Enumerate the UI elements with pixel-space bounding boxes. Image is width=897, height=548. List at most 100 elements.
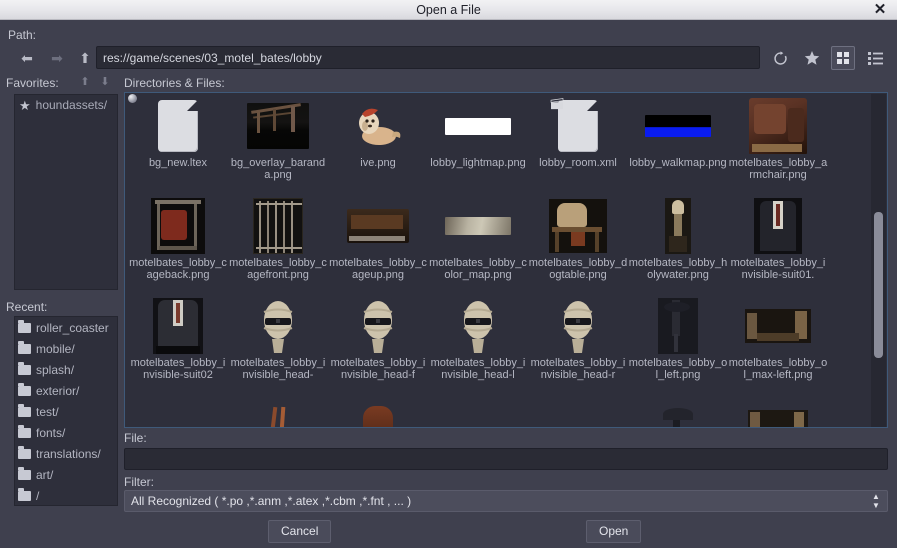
favorite-item-label: houndassets/ xyxy=(36,98,107,112)
file-thumbnail xyxy=(142,196,214,256)
file-browser-panel[interactable]: bg_new.ltexbg_overlay_baranda.pngive.png… xyxy=(124,92,888,428)
file-thumbnail xyxy=(742,196,814,256)
file-item[interactable]: motelbates_lobby_invisible_head-f xyxy=(328,293,428,393)
recent-item[interactable]: mobile/ xyxy=(15,338,117,359)
file-item[interactable]: bg_overlay_baranda.png xyxy=(228,93,328,193)
cancel-button[interactable]: Cancel xyxy=(268,520,331,543)
file-thumbnail xyxy=(342,396,414,428)
file-item-label: motelbates_lobby_invisible_head-l xyxy=(428,358,528,381)
recent-item-label: roller_coaster xyxy=(36,321,109,335)
file-item[interactable]: motelbates_lobby_holywater.png xyxy=(628,193,728,293)
file-item[interactable] xyxy=(628,393,728,428)
recent-item[interactable]: splash/ xyxy=(15,359,117,380)
file-item[interactable] xyxy=(328,393,428,428)
mummy-head-sprite xyxy=(257,298,299,354)
refresh-icon[interactable] xyxy=(768,46,792,70)
file-item-label: motelbates_lobby_cagefront.png xyxy=(228,258,328,281)
scrollbar-thumb[interactable] xyxy=(874,212,883,358)
folder-icon xyxy=(18,365,31,375)
file-item-label: motelbates_lobby_dogtable.png xyxy=(528,258,628,281)
back-icon[interactable]: ⬅ xyxy=(16,48,38,68)
file-item[interactable]: motelbates_lobby_dogtable.png xyxy=(528,193,628,293)
recent-item[interactable]: translations/ xyxy=(15,443,117,464)
recent-item[interactable]: fonts/ xyxy=(15,422,117,443)
folder-icon xyxy=(18,407,31,417)
folder-icon xyxy=(18,344,31,354)
title-bar: Open a File ✕ xyxy=(0,0,897,20)
up-icon[interactable]: ⬆ xyxy=(74,48,96,68)
recent-item[interactable]: roller_coaster xyxy=(15,317,117,338)
file-item[interactable] xyxy=(128,393,228,428)
file-item[interactable]: motelbates_lobby_ol_max-left.png xyxy=(728,293,828,393)
folder-icon xyxy=(18,428,31,438)
file-thumbnail xyxy=(442,396,514,428)
list-view-icon[interactable] xyxy=(863,46,887,70)
file-thumbnail xyxy=(442,96,514,156)
file-grid: bg_new.ltexbg_overlay_baranda.pngive.png… xyxy=(125,93,871,428)
recent-item-label: translations/ xyxy=(36,447,101,461)
forward-icon[interactable]: ➡ xyxy=(46,48,68,68)
file-list-scrollbar[interactable] xyxy=(871,94,886,428)
file-grid-row: motelbates_lobby_invisible-suit02motelba… xyxy=(125,293,871,393)
file-item[interactable]: motelbates_lobby_invisible_head-r xyxy=(528,293,628,393)
file-item-label: lobby_walkmap.png xyxy=(628,158,728,170)
file-item-label: ive.png xyxy=(328,158,428,170)
file-item[interactable]: motelbates_lobby_ol_left.png xyxy=(628,293,728,393)
file-field-label: File: xyxy=(124,431,147,445)
file-item[interactable]: lobby_lightmap.png xyxy=(428,93,528,193)
file-item-label: motelbates_lobby_ol_left.png xyxy=(628,358,728,381)
file-item[interactable] xyxy=(728,393,828,428)
file-name-input[interactable] xyxy=(124,448,888,470)
file-item[interactable]: motelbates_lobby_cagefront.png xyxy=(228,193,328,293)
move-down-icon[interactable]: ⬇ xyxy=(96,74,114,90)
file-item-label: motelbates_lobby_invisible-suit02 xyxy=(128,358,228,381)
file-item[interactable]: bg_new.ltex xyxy=(128,93,228,193)
favorites-label: Favorites: xyxy=(6,76,59,90)
file-grid-row: bg_new.ltexbg_overlay_baranda.pngive.png… xyxy=(125,93,871,193)
grid-view-icon[interactable] xyxy=(831,46,855,70)
file-item[interactable]: motelbates_lobby_invisible_head- xyxy=(228,293,328,393)
file-item[interactable]: motelbates_lobby_invisible-suit01. xyxy=(728,193,828,293)
recent-item[interactable]: exterior/ xyxy=(15,380,117,401)
file-item[interactable]: motelbates_lobby_color_map.png xyxy=(428,193,528,293)
file-thumbnail xyxy=(342,196,414,256)
file-item-label: lobby_lightmap.png xyxy=(428,158,528,170)
file-thumbnail xyxy=(742,96,814,156)
recent-list[interactable]: roller_coaster mobile/splash/exterior/tes… xyxy=(14,316,118,506)
favorite-item[interactable]: ★houndassets/ xyxy=(15,95,117,115)
recent-item-label: test/ xyxy=(36,405,59,419)
file-thumbnail xyxy=(242,196,314,256)
file-item[interactable]: lobby_walkmap.png xyxy=(628,93,728,193)
recent-item[interactable]: test/ xyxy=(15,401,117,422)
file-item[interactable]: motelbates_lobby_invisible_head-l xyxy=(428,293,528,393)
file-item-label: lobby_room.xml xyxy=(528,158,628,170)
recent-item[interactable]: art/ xyxy=(15,464,117,485)
filter-dropdown[interactable]: All Recognized ( *.po ,*.anm ,*.atex ,*.… xyxy=(124,490,888,512)
folder-icon xyxy=(18,470,31,480)
file-thumbnail xyxy=(242,296,314,356)
star-icon[interactable] xyxy=(800,46,824,70)
file-item[interactable]: motelbates_lobby_invisible-suit02 xyxy=(128,293,228,393)
file-item-label: motelbates_lobby_armchair.png xyxy=(728,158,828,181)
file-thumbnail xyxy=(242,96,314,156)
file-thumbnail xyxy=(142,296,214,356)
move-up-icon[interactable]: ⬆ xyxy=(76,74,94,90)
dog-sprite xyxy=(352,103,404,149)
file-item[interactable] xyxy=(528,393,628,428)
file-thumbnail xyxy=(542,96,614,156)
open-button[interactable]: Open xyxy=(586,520,641,543)
favorites-list[interactable]: ★houndassets/ xyxy=(14,94,118,290)
file-thumbnail xyxy=(742,296,814,356)
file-item[interactable]: lobby_room.xml xyxy=(528,93,628,193)
file-item[interactable]: motelbates_lobby_cageback.png xyxy=(128,193,228,293)
path-input[interactable] xyxy=(96,46,760,69)
file-item[interactable]: motelbates_lobby_cageup.png xyxy=(328,193,428,293)
file-item[interactable] xyxy=(428,393,528,428)
file-item[interactable] xyxy=(228,393,328,428)
file-item[interactable]: motelbates_lobby_armchair.png xyxy=(728,93,828,193)
file-item[interactable]: ive.png xyxy=(328,93,428,193)
recent-item[interactable]: / xyxy=(15,485,117,506)
file-thumbnail xyxy=(642,396,714,428)
mummy-head-sprite xyxy=(357,298,399,354)
close-icon[interactable]: ✕ xyxy=(869,0,891,20)
